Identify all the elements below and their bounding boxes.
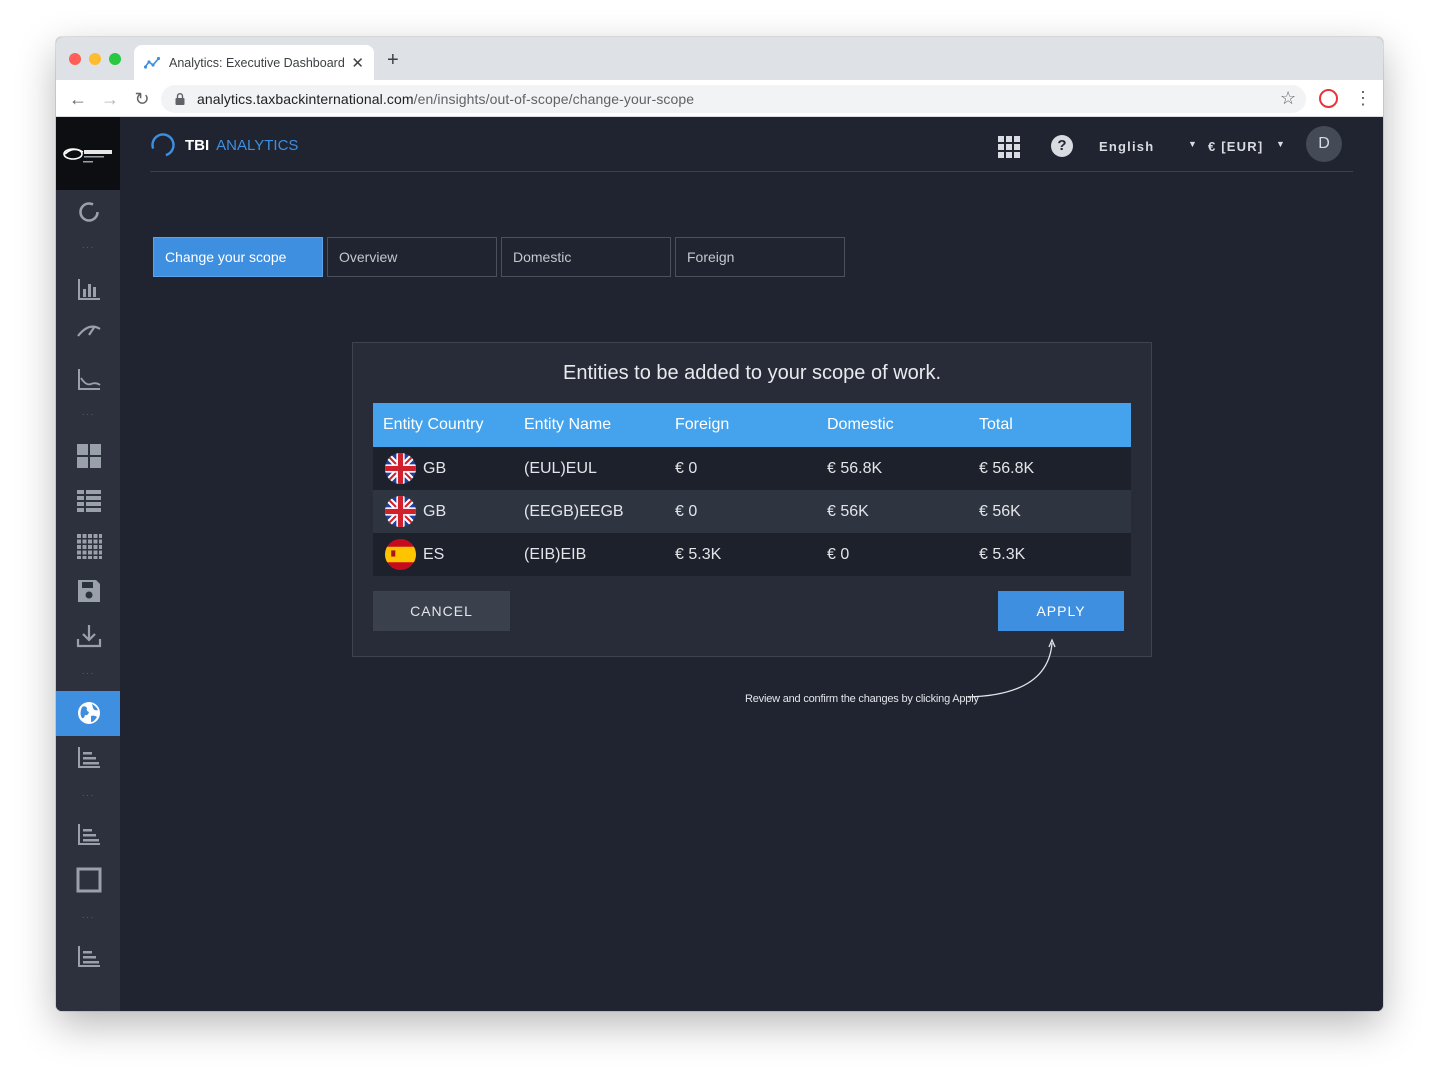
back-arrow-icon[interactable]: ← xyxy=(68,89,88,109)
domestic-cell: € 56K xyxy=(827,502,869,520)
grid-small-icon[interactable] xyxy=(76,533,102,559)
table-row[interactable]: ES (EIB)EIB € 5.3K € 0 € 5.3K xyxy=(373,533,1131,576)
country-code: GB xyxy=(423,459,447,477)
line-chart-icon[interactable] xyxy=(76,366,102,392)
chevron-down-icon[interactable]: ▼ xyxy=(1188,139,1197,149)
uk-flag-icon xyxy=(385,453,416,484)
window-minimize-button[interactable] xyxy=(89,53,101,65)
total-cell: € 56.8K xyxy=(979,459,1035,477)
uk-flag-icon xyxy=(385,496,416,527)
new-tab-button[interactable]: + xyxy=(387,50,399,70)
column-header-domestic[interactable]: Domestic xyxy=(827,416,979,434)
square-frame-icon[interactable] xyxy=(76,867,102,893)
hierarchy-list-icon[interactable] xyxy=(76,944,102,970)
domestic-cell: € 0 xyxy=(827,545,850,563)
sidebar-separator: ··· xyxy=(81,912,95,923)
foreign-cell: € 5.3K xyxy=(675,545,722,563)
column-header-total[interactable]: Total xyxy=(979,416,1131,434)
url-text: analytics.taxbackinternational.com/en/in… xyxy=(197,91,694,107)
lock-icon xyxy=(175,93,185,105)
foreign-cell: € 0 xyxy=(675,459,698,477)
taxback-logo-icon xyxy=(63,147,112,162)
tab-overview[interactable]: Overview xyxy=(327,237,497,277)
brand-analytics-text: ANALYTICS xyxy=(216,136,299,154)
column-header-foreign[interactable]: Foreign xyxy=(675,416,827,434)
sidebar: ··· ··· ··· ··· ··· xyxy=(56,117,120,1011)
scope-tabs: Change your scope Overview Domestic Fore… xyxy=(153,237,849,277)
browser-menu-icon[interactable]: ⋮ xyxy=(1354,88,1372,108)
tab-close-icon[interactable]: ✕ xyxy=(351,54,364,72)
browser-window: Analytics: Executive Dashboard ✕ + ← → ↻… xyxy=(56,37,1383,1011)
sidebar-separator: ··· xyxy=(81,668,95,679)
window-close-button[interactable] xyxy=(69,53,81,65)
table-row[interactable]: GB (EUL)EUL € 0 € 56.8K € 56.8K xyxy=(373,447,1131,490)
column-header-country[interactable]: Entity Country xyxy=(373,416,524,434)
table-header: Entity Country Entity Name Foreign Domes… xyxy=(373,403,1131,447)
foreign-cell: € 0 xyxy=(675,502,698,520)
entity-name-cell: (EEGB)EEGB xyxy=(524,502,624,520)
bookmark-star-icon[interactable]: ☆ xyxy=(1280,88,1296,109)
url-host: analytics.taxbackinternational.com xyxy=(197,91,414,107)
language-select[interactable]: English xyxy=(1099,139,1154,154)
browser-toolbar: ← → ↻ analytics.taxbackinternational.com… xyxy=(56,80,1383,117)
browser-tabstrip: Analytics: Executive Dashboard ✕ + xyxy=(56,37,1383,80)
url-path: /en/insights/out-of-scope/change-your-sc… xyxy=(413,91,695,107)
opera-extension-icon[interactable] xyxy=(1319,89,1338,108)
globe-icon[interactable] xyxy=(76,700,102,726)
address-bar[interactable]: analytics.taxbackinternational.com/en/in… xyxy=(161,85,1306,113)
tab-domestic[interactable]: Domestic xyxy=(501,237,671,277)
gauge-icon[interactable] xyxy=(76,317,102,343)
currency-select[interactable]: € [EUR] xyxy=(1208,139,1263,154)
total-cell: € 5.3K xyxy=(979,545,1026,563)
sidebar-separator: ··· xyxy=(81,242,95,253)
chevron-down-icon[interactable]: ▼ xyxy=(1276,139,1285,149)
apps-grid-icon[interactable] xyxy=(998,136,1020,158)
country-code: ES xyxy=(423,545,445,563)
hierarchy-list-icon[interactable] xyxy=(76,745,102,771)
cancel-button[interactable]: CANCEL xyxy=(373,591,510,631)
table-list-icon[interactable] xyxy=(76,488,102,514)
apply-button[interactable]: APPLY xyxy=(998,591,1124,631)
entity-country-cell: GB xyxy=(373,496,524,527)
bar-chart-icon[interactable] xyxy=(76,276,102,302)
spain-flag-icon xyxy=(385,539,416,570)
tab-change-your-scope[interactable]: Change your scope xyxy=(153,237,323,277)
entity-name-cell: (EUL)EUL xyxy=(524,459,597,477)
grid-large-icon[interactable] xyxy=(76,443,102,469)
window-zoom-button[interactable] xyxy=(109,53,121,65)
forward-arrow-icon[interactable]: → xyxy=(100,89,120,109)
entity-name-cell: (EIB)EIB xyxy=(524,545,587,563)
user-avatar[interactable]: D xyxy=(1306,126,1342,162)
entities-table: Entity Country Entity Name Foreign Domes… xyxy=(373,403,1131,576)
download-icon[interactable] xyxy=(76,623,102,649)
app-root: ··· ··· ··· ··· ··· TBI ANALYTICS ? Engl… xyxy=(56,117,1383,1011)
annotation-text: Review and confirm the changes by clicki… xyxy=(745,693,979,705)
table-row[interactable]: GB (EEGB)EEGB € 0 € 56K € 56K xyxy=(373,490,1131,533)
help-icon[interactable]: ? xyxy=(1051,135,1073,157)
sidebar-separator: ··· xyxy=(81,790,95,801)
hierarchy-list-icon[interactable] xyxy=(76,822,102,848)
tab-foreign[interactable]: Foreign xyxy=(675,237,845,277)
tab-title: Analytics: Executive Dashboard xyxy=(169,55,344,70)
tbi-ring-icon xyxy=(151,133,175,157)
dashboard-ring-icon[interactable] xyxy=(76,199,102,225)
total-cell: € 56K xyxy=(979,502,1021,520)
analytics-favicon-icon xyxy=(144,56,160,69)
annotation-arrow-icon xyxy=(967,638,1056,698)
domestic-cell: € 56.8K xyxy=(827,459,883,477)
entity-country-cell: GB xyxy=(373,453,524,484)
column-header-name[interactable]: Entity Name xyxy=(524,416,675,434)
app-header: TBI ANALYTICS ? English ▼ € [EUR] ▼ D xyxy=(150,117,1353,172)
brand-logo[interactable]: TBI ANALYTICS xyxy=(150,132,298,158)
browser-tab[interactable]: Analytics: Executive Dashboard ✕ xyxy=(134,45,374,80)
entity-country-cell: ES xyxy=(373,539,524,570)
save-icon[interactable] xyxy=(76,578,102,604)
reload-icon[interactable]: ↻ xyxy=(132,89,152,109)
modal-title: Entities to be added to your scope of wo… xyxy=(563,362,941,384)
country-code: GB xyxy=(423,502,447,520)
brand-tbi-text: TBI xyxy=(185,136,210,154)
sidebar-separator: ··· xyxy=(81,409,95,420)
scope-modal: Entities to be added to your scope of wo… xyxy=(352,342,1152,657)
taxback-logo[interactable] xyxy=(56,117,120,190)
